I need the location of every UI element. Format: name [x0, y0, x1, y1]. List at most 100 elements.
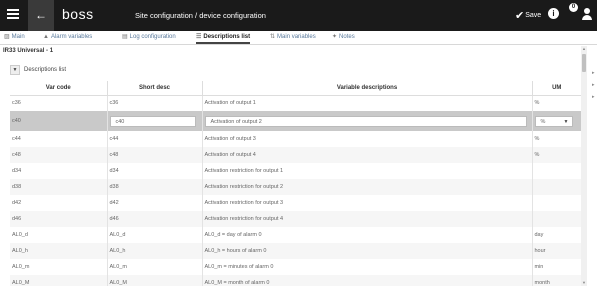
dropdown-arrow-icon: ▼	[563, 118, 569, 125]
um-cell	[532, 163, 581, 179]
column-header-short-desc[interactable]: Short desc	[107, 81, 203, 96]
um-cell: %	[534, 100, 540, 107]
log-icon: ▤	[122, 34, 128, 40]
um-cell: month	[532, 275, 581, 286]
tab-bar: ▨ Main ▲ Alarm variables ▤ Log configuratio…	[0, 31, 597, 45]
scrollbar-thumb[interactable]	[582, 54, 586, 72]
description-cell: AL0_m = minutes of alarm 0	[202, 259, 533, 275]
chevron-right-icon[interactable]: ▸	[592, 82, 597, 94]
um-cell: min	[534, 264, 544, 270]
var-code-cell: d42	[10, 195, 108, 211]
um-select[interactable]: % ▼	[534, 115, 573, 127]
um-cell	[532, 195, 581, 211]
description-cell: Activation restriction for output 3	[202, 195, 533, 211]
short-desc-input[interactable]: c40	[109, 115, 196, 127]
um-cell	[532, 179, 581, 195]
vertical-scrollbar[interactable]: ▲ ▼	[581, 46, 587, 286]
short-desc-cell: d46	[107, 211, 203, 227]
alarm-icon: ▲	[43, 34, 49, 40]
monitor-icon: ▨	[4, 34, 10, 40]
description-cell: Activation restriction for output 1	[202, 163, 533, 179]
um-cell: %	[534, 136, 540, 142]
column-header-variable-descriptions[interactable]: Variable descriptions	[202, 81, 533, 96]
save-button[interactable]: ✔Save	[515, 9, 541, 22]
list-icon: ☰	[196, 34, 202, 40]
top-bar: ← boss Site configuration / device confi…	[0, 0, 597, 31]
short-desc-cell: AL0_m	[107, 259, 203, 275]
column-header-var-code[interactable]: Var code	[10, 81, 108, 96]
table-row[interactable]: c48 c48 Activation of output 4 %	[10, 147, 581, 163]
var-code-cell: AL0_d	[10, 227, 108, 243]
um-cell: % ▼	[532, 111, 581, 131]
description-input[interactable]: Activation of output 2	[204, 115, 527, 127]
descriptions-list-toggle[interactable]: ▼ Descriptions list	[10, 65, 66, 75]
chevron-right-icon[interactable]: ▸	[592, 94, 597, 106]
var-code-cell: d34	[10, 163, 108, 179]
save-label: Save	[525, 12, 542, 19]
table-row[interactable]: d46 d46 Activation restriction for outpu…	[10, 211, 581, 227]
scroll-up-icon[interactable]: ▲	[581, 46, 587, 52]
description-cell: Activation of output 3	[202, 131, 533, 147]
caret-down-icon: ▼	[10, 65, 20, 75]
tab-notes[interactable]: ✦ Notes	[332, 31, 355, 44]
short-desc-cell: AL0_d	[107, 227, 203, 243]
user-icon[interactable]	[582, 8, 592, 20]
tab-alarm-variables[interactable]: ▲ Alarm variables	[43, 31, 92, 44]
var-code-cell: d46	[10, 211, 108, 227]
var-code-cell: d38	[10, 179, 108, 195]
scroll-down-icon[interactable]: ▼	[581, 280, 587, 286]
short-desc-cell: d34	[107, 163, 203, 179]
short-desc-cell: d38	[107, 179, 203, 195]
tab-main-variables[interactable]: ⇅ Main variables	[270, 31, 316, 44]
description-cell: Activation restriction for output 2	[202, 179, 533, 195]
um-cell: %	[532, 147, 581, 163]
description-cell: Activation of output 4	[202, 147, 533, 163]
var-code-cell: AL0_m	[10, 259, 108, 275]
short-desc-cell: AL0_M	[107, 275, 203, 286]
var-code-cell: c36	[10, 95, 108, 111]
tab-descriptions-list[interactable]: ☰ Descriptions list	[196, 31, 251, 44]
app-logo: boss	[62, 6, 94, 22]
description-cell: Activation of output 2	[202, 111, 533, 131]
notes-icon: ✦	[332, 34, 338, 40]
table-row[interactable]: d38 d38 Activation restriction for outpu…	[10, 179, 581, 195]
page-title: Site configuration / device configuratio…	[135, 11, 266, 20]
um-cell: hour	[532, 243, 581, 259]
table-row[interactable]: AL0_m AL0_m AL0_m = minutes of alarm 0 m…	[10, 259, 581, 275]
description-cell: AL0_d = day of alarm 0	[202, 227, 533, 243]
short-desc-cell: c40	[107, 111, 203, 131]
hamburger-menu-icon[interactable]	[7, 9, 19, 21]
back-arrow-icon[interactable]: ←	[28, 0, 54, 31]
arrows-icon: ⇅	[270, 34, 276, 40]
descriptions-table: Var code Short desc Variable description…	[10, 81, 581, 286]
tab-log-configuration[interactable]: ▤ Log configuration	[122, 31, 176, 44]
short-desc-cell: c36	[107, 95, 203, 111]
table-row[interactable]: c36 c36 Activation of output 1 %	[10, 95, 581, 111]
description-cell: Activation of output 1	[202, 95, 533, 111]
notification-badge[interactable]: 0	[569, 3, 578, 12]
var-code-cell: c40	[10, 111, 108, 131]
table-row[interactable]: AL0_M AL0_M AL0_M = month of alarm 0 mon…	[10, 275, 581, 286]
table-header: Var code Short desc Variable description…	[10, 81, 581, 96]
device-title: IR33 Universal - 1	[3, 48, 54, 54]
table-row-selected[interactable]: c40 c40 Activation of output 2 % ▼	[10, 111, 581, 131]
info-icon[interactable]: i	[548, 8, 559, 19]
short-desc-cell: AL0_h	[107, 243, 203, 259]
side-nav-arrows: ▸ ▸ ▸	[592, 70, 597, 106]
table-row[interactable]: AL0_d AL0_d AL0_d = day of alarm 0 day	[10, 227, 581, 243]
table-row[interactable]: d42 d42 Activation restriction for outpu…	[10, 195, 581, 211]
var-code-cell: c44	[10, 131, 108, 147]
var-code-cell: AL0_h	[10, 243, 108, 259]
description-cell: Activation restriction for output 4	[202, 211, 533, 227]
table-row[interactable]: c44 c44 Activation of output 3 %	[10, 131, 581, 147]
description-cell: AL0_h = hours of alarm 0	[202, 243, 533, 259]
table-row[interactable]: AL0_h AL0_h AL0_h = hours of alarm 0 hou…	[10, 243, 581, 259]
collapse-label: Descriptions list	[24, 67, 67, 73]
var-code-cell: c48	[10, 147, 108, 163]
table-row[interactable]: d34 d34 Activation restriction for outpu…	[10, 163, 581, 179]
description-cell: AL0_M = month of alarm 0	[202, 275, 533, 286]
chevron-right-icon[interactable]: ▸	[592, 70, 597, 82]
um-cell: day	[534, 232, 544, 238]
tab-main[interactable]: ▨ Main	[4, 31, 25, 44]
column-header-um[interactable]: UM	[532, 81, 581, 96]
